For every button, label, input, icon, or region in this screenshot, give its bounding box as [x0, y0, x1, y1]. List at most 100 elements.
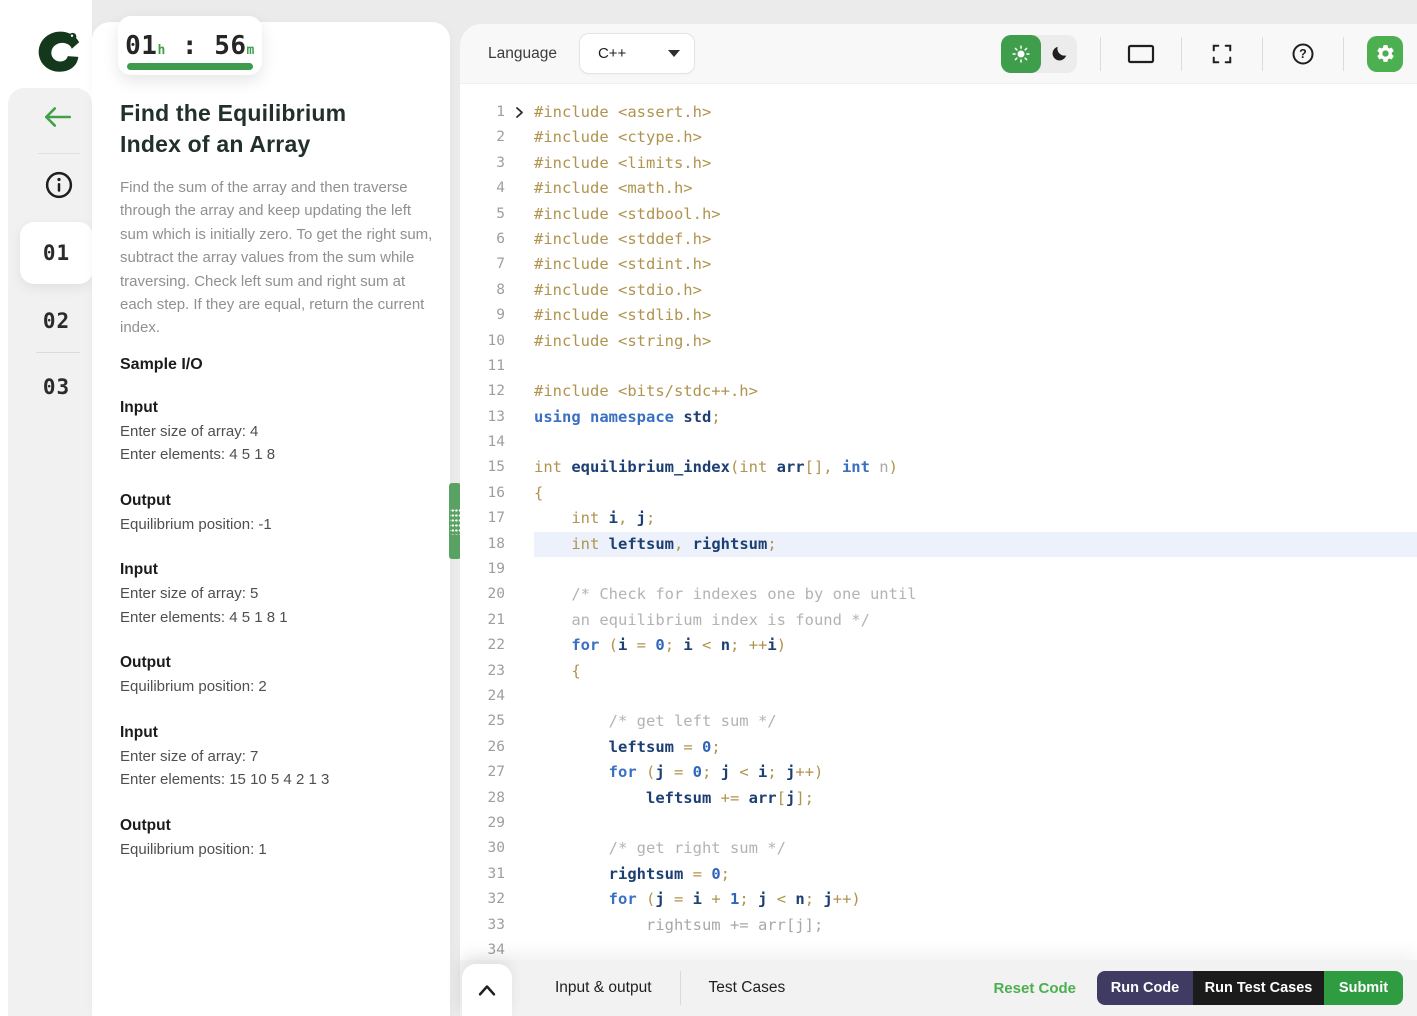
line-number: 7 — [496, 256, 505, 273]
code-line-content: using namespace std; — [534, 407, 721, 426]
line-number: 29 — [487, 814, 505, 831]
code-line[interactable]: 29 — [460, 811, 1417, 836]
language-value: C++ — [597, 45, 627, 62]
sample-output-label: Output — [120, 491, 171, 509]
line-number: 16 — [487, 484, 505, 501]
question-tab-02[interactable]: 02 — [20, 290, 93, 352]
line-number: 18 — [487, 535, 505, 552]
line-number: 5 — [496, 205, 505, 222]
language-select[interactable]: C++ — [578, 33, 695, 74]
code-line[interactable]: 10 #include <string.h> — [460, 329, 1417, 354]
code-line[interactable]: 27 for (j = 0; j < i; j++) — [460, 760, 1417, 785]
code-line-content: int i, j; — [534, 509, 656, 528]
settings-button[interactable] — [1367, 35, 1403, 72]
code-line[interactable]: 9 #include <stdlib.h> — [460, 303, 1417, 328]
gutter-gap — [505, 329, 534, 354]
line-number: 11 — [487, 357, 505, 374]
line-number: 21 — [487, 611, 505, 628]
code-line-content — [534, 557, 1417, 582]
sample-input-label: Input — [120, 723, 158, 741]
fullscreen-icon[interactable] — [1205, 37, 1239, 71]
sample-io-heading: Sample I/O — [120, 355, 203, 373]
code-line-content: rightsum += arr[j]; — [534, 915, 824, 934]
code-line[interactable]: 20 /* Check for indexes one by one until — [460, 582, 1417, 607]
chevron-down-icon — [667, 50, 680, 57]
gutter-gap — [505, 582, 534, 607]
code-line-content: int equilibrium_index(int arr[], int n) — [534, 458, 898, 477]
code-line[interactable]: 11 — [460, 354, 1417, 379]
crocodile-logo — [32, 26, 84, 78]
question-tab-01[interactable]: 01 — [20, 222, 93, 284]
code-line[interactable]: 12 #include <bits/stdc++.h> — [460, 379, 1417, 404]
code-line[interactable]: 6 #include <stddef.h> — [460, 227, 1417, 252]
code-line[interactable]: 4 #include <math.h> — [460, 176, 1417, 201]
back-arrow-icon[interactable] — [42, 102, 74, 132]
code-line[interactable]: 17 int i, j; — [460, 506, 1417, 531]
drag-dots-icon — [450, 507, 460, 535]
code-line[interactable]: 18 int leftsum, rightsum; — [460, 531, 1417, 558]
code-line[interactable]: 26 leftsum = 0; — [460, 735, 1417, 760]
line-number: 24 — [487, 687, 505, 704]
code-line[interactable]: 3 #include <limits.h> — [460, 151, 1417, 176]
help-icon[interactable]: ? — [1286, 37, 1320, 71]
code-line[interactable]: 7 #include <stdint.h> — [460, 252, 1417, 277]
header-divider — [1100, 36, 1101, 71]
code-line[interactable]: 30 /* get right sum */ — [460, 836, 1417, 861]
code-line-content: #include <limits.h> — [534, 153, 712, 172]
code-line-content: for (j = i + 1; j < n; j++) — [608, 890, 861, 909]
code-line-content: #include <string.h> — [534, 331, 712, 350]
info-icon[interactable] — [44, 170, 74, 200]
tab-test-cases[interactable]: Test Cases — [709, 979, 786, 997]
code-line[interactable]: 21 an equilibrium index is found */ — [460, 608, 1417, 633]
gutter-gap — [505, 532, 534, 557]
expand-panel-button[interactable] — [462, 964, 512, 1016]
code-line[interactable]: 2 #include <ctype.h> — [460, 125, 1417, 150]
code-line[interactable]: 8 #include <stdio.h> — [460, 278, 1417, 303]
code-line-content — [534, 684, 1417, 709]
line-number: 12 — [487, 383, 505, 400]
gutter-gap — [505, 278, 534, 303]
light-mode-button[interactable] — [1001, 34, 1041, 73]
line-number: 34 — [487, 941, 505, 958]
tab-input-output[interactable]: Input & output — [555, 979, 652, 997]
code-line[interactable]: 1 #include <assert.h> — [460, 100, 1417, 125]
code-line[interactable]: 16 { — [460, 481, 1417, 506]
fold-chevron-icon[interactable] — [515, 106, 524, 119]
question-tab-03[interactable]: 03 — [20, 356, 93, 418]
run-code-button[interactable]: Run Code — [1097, 971, 1193, 1005]
gutter-gap — [505, 811, 534, 836]
gutter-gap — [505, 836, 534, 861]
gutter-gap — [505, 862, 534, 887]
code-line[interactable]: 5 #include <stdbool.h> — [460, 202, 1417, 227]
dark-mode-button[interactable] — [1041, 35, 1077, 73]
code-line[interactable]: 31 rightsum = 0; — [460, 862, 1417, 887]
code-line-content: #include <math.h> — [534, 179, 693, 198]
app: 01 02 03 01h : 56m Find the Equilibrium In… — [0, 0, 1417, 1016]
code-line[interactable]: 33 rightsum += arr[j]; — [460, 913, 1417, 938]
code-line[interactable]: 24 — [460, 684, 1417, 709]
submit-button[interactable]: Submit — [1324, 971, 1403, 1005]
code-line[interactable]: 13 using namespace std; — [460, 405, 1417, 430]
code-line[interactable]: 19 — [460, 557, 1417, 582]
code-line[interactable]: 28 leftsum += arr[j]; — [460, 786, 1417, 811]
code-line[interactable]: 23 { — [460, 659, 1417, 684]
code-editor[interactable]: 1 #include <assert.h> 2 #include <ctype.h> 3… — [460, 84, 1417, 960]
code-line-content — [534, 938, 1417, 960]
gutter-gap — [505, 557, 534, 582]
header-divider — [1181, 36, 1182, 71]
code-line[interactable]: 32 for (j = i + 1; j < n; j++) — [460, 887, 1417, 912]
code-line[interactable]: 34 — [460, 938, 1417, 960]
code-line[interactable]: 25 /* get left sum */ — [460, 709, 1417, 734]
bottom-bar-divider — [679, 971, 681, 1005]
gutter-gap — [505, 455, 534, 480]
run-test-cases-button[interactable]: Run Test Cases — [1193, 971, 1324, 1005]
editor-header: Language C++ ? — [460, 24, 1417, 84]
code-line-content: leftsum += arr[j]; — [645, 788, 814, 807]
code-line[interactable]: 14 — [460, 430, 1417, 455]
code-line[interactable]: 22 for (i = 0; i < n; ++i) — [460, 633, 1417, 658]
reset-code-button[interactable]: Reset Code — [993, 980, 1076, 997]
gutter-gap — [505, 430, 534, 455]
code-line[interactable]: 15 int equilibrium_index(int arr[], int n… — [460, 455, 1417, 480]
window-mode-icon[interactable] — [1124, 37, 1158, 71]
line-number: 4 — [496, 180, 505, 197]
